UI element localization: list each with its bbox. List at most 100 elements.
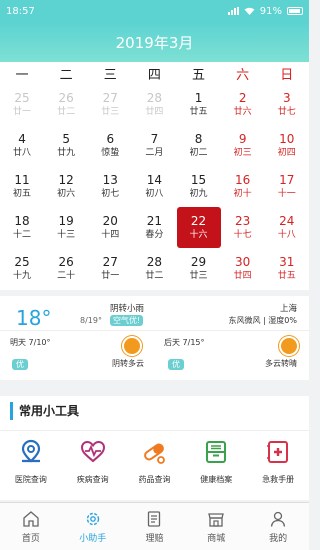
tool-drug-search[interactable]: 药品查询	[124, 438, 186, 485]
calendar-grid: 25 廿一 26 廿二 27 廿三 28 廿四 1 廿五 2 廿六 3 廿七 4 廿八 5 廿九 6 惊蛰 7 二月 8 初二…	[0, 84, 309, 289]
lunar-date: 廿四	[145, 106, 164, 117]
calendar-day[interactable]: 12 初六	[44, 166, 88, 207]
status-time: 18:57	[6, 5, 35, 17]
day-number: 17	[279, 172, 295, 187]
weekday-label: 三	[103, 67, 117, 83]
calendar-day[interactable]: 23 十七	[221, 207, 265, 248]
calendar-day[interactable]: 8 初二	[177, 125, 221, 166]
day-number: 27	[102, 90, 118, 105]
tomorrow-condition: 阴转多云	[112, 359, 144, 368]
first-aid-icon	[264, 438, 292, 466]
tomorrow-label: 明天 7/10°	[10, 338, 51, 347]
calendar-day[interactable]: 2 廿六	[221, 84, 265, 125]
month-title[interactable]: 2019年3月	[116, 32, 194, 53]
weekday-label: 二	[59, 67, 73, 83]
lunar-date: 二月	[145, 147, 164, 158]
after-tomorrow-aqi-badge: 优	[168, 359, 184, 370]
weather-card[interactable]: 18° 阴转小雨 8/19° 空气优! 上海 东风微风 | 湿度0% 明天 7/…	[0, 296, 309, 380]
calendar-day-today[interactable]: 22 十六	[176, 207, 221, 248]
calendar-day[interactable]: 21 春分	[132, 207, 176, 248]
calendar-day[interactable]: 4 廿八	[0, 125, 44, 166]
home-icon	[23, 510, 39, 527]
lunar-date: 惊蛰	[101, 147, 120, 158]
lunar-date: 十二	[13, 229, 32, 240]
calendar-day[interactable]: 10 初四	[265, 125, 309, 166]
calendar-day[interactable]: 28 廿二	[132, 248, 176, 289]
lunar-date: 廿六	[233, 106, 252, 117]
lunar-date: 廿一	[101, 270, 120, 281]
tool-label: 医院查询	[14, 475, 47, 484]
assistant-gear-icon	[86, 512, 99, 525]
calendar-day[interactable]: 15 初九	[177, 166, 221, 207]
calendar-day[interactable]: 7 二月	[132, 125, 176, 166]
day-number: 26	[58, 254, 74, 269]
calendar-day[interactable]: 17 十一	[265, 166, 309, 207]
lunar-date: 廿三	[101, 106, 120, 117]
calendar-day[interactable]: 28 廿四	[132, 84, 176, 125]
lunar-date: 廿三	[189, 270, 208, 281]
battery-icon	[287, 7, 303, 15]
heartbeat-icon	[79, 438, 107, 466]
tool-label: 急救手册	[262, 475, 295, 484]
calendar-day[interactable]: 24 十八	[265, 207, 309, 248]
calendar-day[interactable]: 25 廿一	[0, 84, 44, 125]
calendar-day[interactable]: 13 初七	[88, 166, 132, 207]
calendar-day[interactable]: 6 惊蛰	[88, 125, 132, 166]
calendar-day[interactable]: 26 二十	[44, 248, 88, 289]
tool-label: 疾病查询	[76, 475, 109, 484]
tab-profile[interactable]: 我的	[247, 503, 309, 550]
day-number: 21	[146, 213, 163, 228]
tab-shop[interactable]: 商城	[185, 503, 247, 550]
calendar-day[interactable]: 3 廿七	[265, 84, 309, 125]
calendar-day[interactable]: 16 初十	[221, 166, 265, 207]
calendar-day[interactable]: 25 十九	[0, 248, 44, 289]
lunar-date: 初三	[233, 147, 252, 158]
calendar-day[interactable]: 1 廿五	[177, 84, 221, 125]
calendar-day[interactable]: 29 廿三	[177, 248, 221, 289]
day-number: 12	[58, 172, 74, 187]
calendar-day[interactable]: 30 廿四	[221, 248, 265, 289]
calendar-day[interactable]: 20 十四	[88, 207, 132, 248]
day-number: 13	[102, 172, 118, 187]
tool-health-record[interactable]: 健康档案	[185, 438, 247, 485]
battery-percent: 91%	[259, 5, 282, 17]
location-pin-icon	[17, 438, 45, 466]
lunar-date: 十一	[277, 188, 296, 199]
weather-wind: 东风微风 | 湿度0%	[228, 316, 297, 325]
day-number: 30	[235, 254, 251, 269]
calendar-day[interactable]: 27 廿一	[88, 248, 132, 289]
tab-assistant[interactable]: 小助手	[62, 503, 124, 550]
day-number: 5	[62, 131, 70, 146]
calendar-day[interactable]: 27 廿三	[88, 84, 132, 125]
calendar-day[interactable]: 18 十二	[0, 207, 44, 248]
calendar-day[interactable]: 14 初八	[132, 166, 176, 207]
sun-icon	[281, 338, 297, 354]
day-number: 9	[238, 131, 247, 146]
tool-hospital-search[interactable]: 医院查询	[0, 438, 62, 485]
calendar-day[interactable]: 9 初三	[221, 125, 265, 166]
lunar-date: 廿八	[13, 147, 32, 158]
lunar-date: 廿九	[57, 147, 76, 158]
tool-disease-search[interactable]: 疾病查询	[62, 438, 124, 485]
tab-claims[interactable]: 理赔	[124, 503, 186, 550]
lunar-date: 廿四	[233, 270, 252, 281]
day-number: 25	[14, 90, 30, 105]
calendar-day[interactable]: 19 十三	[44, 207, 88, 248]
calendar-day[interactable]: 26 廿二	[44, 84, 88, 125]
day-number: 23	[235, 213, 251, 228]
calendar-day[interactable]: 31 廿五	[265, 248, 309, 289]
tab-home[interactable]: 首页	[0, 503, 62, 550]
calendar-day[interactable]: 5 廿九	[44, 125, 88, 166]
tab-label: 首页	[21, 533, 40, 544]
tool-first-aid[interactable]: 急救手册	[247, 438, 309, 485]
pill-icon	[140, 438, 168, 466]
day-number: 22	[190, 213, 207, 228]
bottom-tab-bar: 首页 小助手 理赔 商城 我的	[0, 502, 309, 550]
weekday-label: 四	[147, 67, 161, 83]
weather-range: 8/19°	[80, 316, 102, 325]
lunar-date: 初九	[189, 188, 208, 199]
air-quality-badge: 空气优!	[110, 315, 144, 326]
day-number: 26	[58, 90, 74, 105]
lunar-date: 十四	[101, 229, 120, 240]
calendar-day[interactable]: 11 初五	[0, 166, 44, 207]
